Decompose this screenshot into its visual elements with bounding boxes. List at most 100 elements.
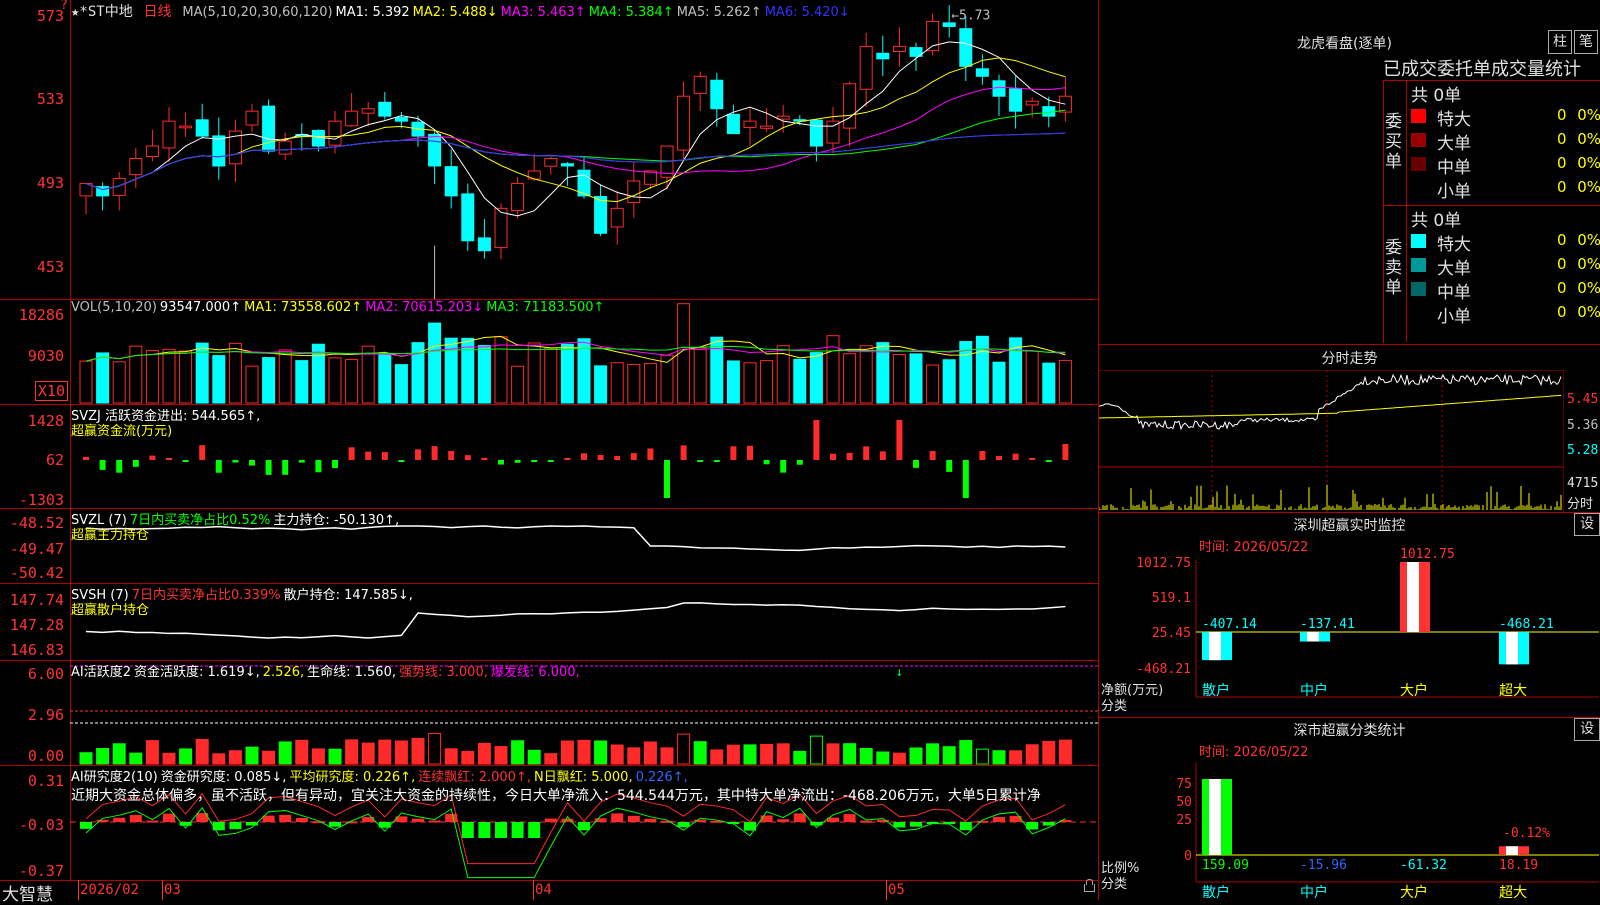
ai-research-legend: AI研究度2(10) 资金研究度: 0.085↓, 平均研究度: 0.226↑, 连续… [71,766,691,785]
volume-bar [826,335,840,404]
monitor-category-label: 中户 [1300,682,1328,699]
research-bar [544,818,557,822]
candlestick-chart[interactable]: ←5.73←4.53 [70,0,1098,299]
ai-active-panel[interactable]: 6.00 2.96 0.00 AI活跃度2 资金活跃度: 1.619↓, 2.526… [0,660,1098,766]
legend-item: MA6: 5.420↓ [764,5,850,20]
ai-research-panel[interactable]: 0.31 -0.03 -0.37 AI研究度2(10) 资金研究度: 0.085↓… [0,765,1098,881]
fund-flow-bar [813,420,820,460]
volume-bar [809,352,823,404]
ai-active-ytick: 2.96 [27,706,64,724]
activity-bar [1025,744,1039,765]
activity-bar [577,739,591,765]
candle-body [262,105,276,152]
intraday-panel[interactable]: 分时走势 5.45 5.36 5.28 4715 分时 [1099,344,1600,513]
svzl-panel[interactable]: -48.52 -49.47 -50.42 SVZL (7) 7日内买卖净占比0.5… [0,508,1098,584]
stats-bar-highlight [1506,846,1518,855]
candle-body [494,207,508,249]
research-bar [129,814,142,822]
candle-body [760,125,774,129]
date-tick [162,880,163,900]
order-stats-panel: 龙虎看盘(逐单) 柱 笔 已成交委托单成交量统计 委买单 共 0单 特大 0 0% 大… [1099,0,1600,345]
research-bar [478,822,491,838]
intraday-chart[interactable] [1099,370,1564,512]
fund-flow-bar [182,460,189,462]
lock-icon[interactable] [1084,879,1095,892]
order-count: 0 [1557,130,1567,148]
monitor-value-label: 1012.75 [1400,547,1455,562]
fund-flow-bar [298,460,305,463]
fund-flow-bar [664,460,670,498]
kline-panel[interactable]: ? 573 533 493 453 ★*ST中地 日线 MA(5,10,20,3… [0,0,1098,300]
volume-bar [975,335,989,404]
svzj-panel[interactable]: 1428 62 -1303 SVZJ 活跃资金进出: 544.565↑, 超赢资… [0,404,1098,509]
intraday-vol-label: 4715 [1567,476,1599,491]
stats-ytick: 50 [1176,795,1192,810]
activity-bar [145,740,159,765]
order-stats-tabs[interactable]: 已成交委托单成交量统计 [1383,55,1581,81]
order-percent: 0% [1577,154,1600,172]
fund-flow-bar [498,460,504,465]
volume-bar [942,359,956,404]
activity-bar [1042,740,1056,765]
kline-ytick: 573 [36,7,64,25]
research-bar [760,815,773,822]
research-bar [777,819,790,822]
stats-value-label: 18.19 [1499,858,1538,873]
volume-bar [892,353,906,404]
kline-ytick: 533 [36,90,64,108]
tick-mode-button[interactable]: 笔 [1574,30,1598,54]
order-row: 大单 0 0% [1407,128,1600,154]
fund-flow-bar [431,446,438,460]
candle-body [809,119,823,147]
monitor-ytick: 519.1 [1152,591,1191,606]
legend-item: AI活跃度2 [71,665,131,680]
activity-bar [1058,739,1072,765]
volume-bar [859,345,873,404]
fund-flow-bar [747,445,753,460]
research-bar [229,822,242,830]
activity-bar [876,751,890,765]
research-bar [644,818,657,822]
color-swatch [1411,306,1426,320]
candle-body [195,119,209,137]
fund-flow-bar [448,450,455,460]
fund-flow-bar [215,460,222,473]
activity-bar [394,740,408,765]
realtime-monitor-panel[interactable]: 深圳超赢实时监控 设 时间: 2026/05/22 净额(万元) 分类 1012… [1099,512,1600,718]
period-label[interactable]: 日线 [144,4,172,20]
date-tick [78,880,79,900]
fund-flow-bar [531,460,538,462]
activity-bar [710,749,724,765]
color-swatch [1411,133,1426,147]
color-swatch [1411,157,1426,171]
stats-bar-highlight [1209,779,1221,855]
svsh-panel[interactable]: 147.74 147.28 146.83 SVSH (7) 7日内买卖净占比0.3… [0,583,1098,661]
main-position-line [85,525,1066,552]
activity-bar [295,739,309,765]
research-bar [976,820,989,823]
monitor-bar-chart[interactable]: 1012.75 519.1 25.45 -468.21 -407.14 散户 -137.41… [1099,512,1600,717]
volume-unit[interactable]: X10 [34,381,68,401]
legend-item: MA5: 5.262↑ [676,5,762,20]
svzl-y-axis: -48.52 -49.47 -50.42 [0,508,71,583]
volume-bar [693,347,707,404]
candle-body [428,133,442,167]
legend-item: 7日内买卖净占比0.52% [129,513,271,528]
bar-mode-button[interactable]: 柱 [1548,30,1572,54]
candle-body [361,108,375,114]
volume-bar [96,352,110,404]
intraday-avg-line [1099,394,1562,419]
monitor-bar-highlight [1209,632,1221,661]
stats-category-label: 超大 [1499,885,1527,900]
candle-body [1009,88,1023,112]
volume-panel[interactable]: 18286 9030 X10 VOL(5,10,20) 93547.000↑ MA1… [0,299,1098,405]
activity-bar [776,743,790,765]
category-stats-panel[interactable]: 深市超赢分类统计 设 时间: 2026/05/22 比例% 分类 75 50 25 0… [1099,717,1600,900]
research-bar [295,817,308,822]
fund-flow-bar [697,460,704,462]
kline-legend: ★*ST中地 日线 MA(5,10,20,30,60,120) MA1: 5.39… [71,1,856,21]
svzj-subtitle: 超赢资金流(万元) [71,424,173,439]
activity-bar [660,747,674,765]
stats-bar-chart[interactable]: 75 50 25 0 159.09 散户 -15.96 中户 -61.32 大户 18.19 超大 -0… [1099,717,1600,900]
volume-ytick: 18286 [18,306,64,324]
